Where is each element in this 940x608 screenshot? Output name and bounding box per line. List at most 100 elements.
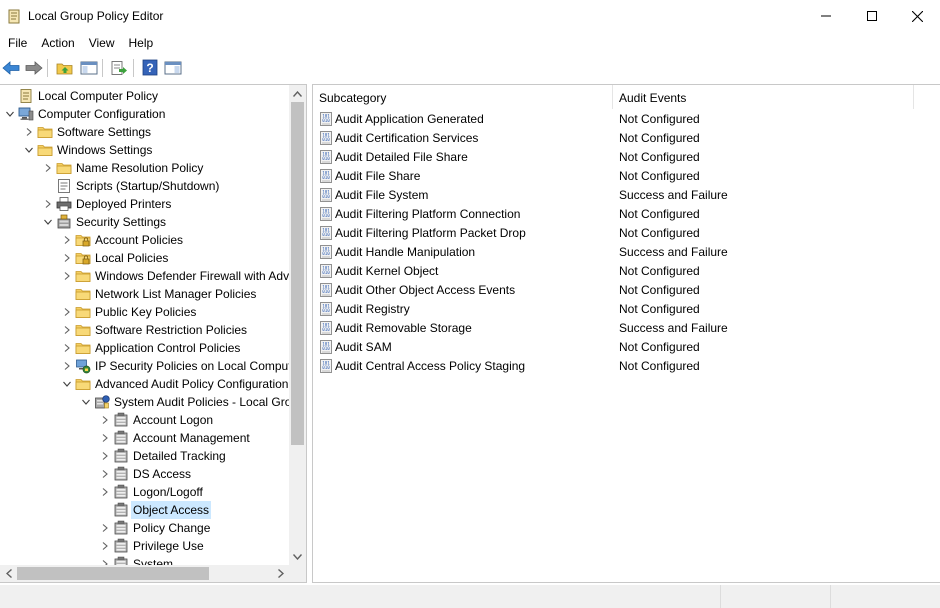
menu-action[interactable]: Action: [34, 32, 81, 54]
chevron-right-icon[interactable]: [99, 519, 111, 537]
tree-vertical-scrollbar[interactable]: [289, 85, 306, 565]
list-item[interactable]: 101 010 Audit Detailed File Share Not Confi…: [313, 148, 940, 167]
list-item[interactable]: 101 010 Audit Filtering Platform Packet Dr…: [313, 224, 940, 243]
chevron-right-icon[interactable]: [61, 267, 73, 285]
chevron-right-icon[interactable]: [42, 195, 54, 213]
tree-item[interactable]: Scripts (Startup/Shutdown): [0, 177, 289, 195]
console-tree: Local Computer Policy Computer Configurat…: [0, 85, 289, 565]
chevron-down-icon[interactable]: [4, 105, 16, 123]
chevron-right-icon[interactable]: [99, 465, 111, 483]
chevron-right-icon[interactable]: [61, 357, 73, 375]
list-item[interactable]: 101 010 Audit File System Success and Failu…: [313, 186, 940, 205]
chevron-right-icon[interactable]: [99, 411, 111, 429]
chevron-right-icon[interactable]: [61, 231, 73, 249]
chevron-right-icon[interactable]: [61, 339, 73, 357]
list-item[interactable]: 101 010 Audit Handle Manipulation Success a…: [313, 243, 940, 262]
close-icon: [911, 10, 923, 22]
tree-item[interactable]: Software Restriction Policies: [0, 321, 289, 339]
tree-item[interactable]: Detailed Tracking: [0, 447, 289, 465]
tree-item[interactable]: Public Key Policies: [0, 303, 289, 321]
tree-item[interactable]: Advanced Audit Policy Configuration: [0, 375, 289, 393]
tree-item[interactable]: Windows Settings: [0, 141, 289, 159]
tree-item-label: System: [133, 557, 174, 565]
close-button[interactable]: [894, 0, 940, 32]
up-one-level-button[interactable]: [54, 57, 75, 78]
menu-help[interactable]: Help: [122, 32, 161, 54]
maximize-icon: [867, 11, 877, 21]
column-header-audit-events[interactable]: Audit Events: [613, 85, 914, 109]
tree-item[interactable]: IP Security Policies on Local Computer: [0, 357, 289, 375]
tree-item[interactable]: Privilege Use: [0, 537, 289, 555]
chevron-right-icon[interactable]: [42, 159, 54, 177]
tree-item[interactable]: Local Policies: [0, 249, 289, 267]
export-list-button[interactable]: [108, 57, 129, 78]
chevron-right-icon[interactable]: [99, 537, 111, 555]
tree-item[interactable]: Account Management: [0, 429, 289, 447]
scroll-left-button[interactable]: [0, 565, 17, 582]
chevron-down-icon[interactable]: [23, 141, 35, 159]
list-item[interactable]: 101 010 Audit Application Generated Not Con…: [313, 110, 940, 129]
list-item[interactable]: 101 010 Audit Registry Not Configured: [313, 300, 940, 319]
tree-item[interactable]: Account Policies: [0, 231, 289, 249]
tree-item[interactable]: System Audit Policies - Local Group Poli…: [0, 393, 289, 411]
tree-item[interactable]: Application Control Policies: [0, 339, 289, 357]
list-item[interactable]: 101 010 Audit Kernel Object Not Configured: [313, 262, 940, 281]
list-item[interactable]: 101 010 Audit Certification Services Not Co…: [313, 129, 940, 148]
chevron-right-icon[interactable]: [99, 447, 111, 465]
scroll-right-button[interactable]: [272, 565, 289, 582]
tree-item[interactable]: Account Logon: [0, 411, 289, 429]
tree-horizontal-scrollbar[interactable]: [0, 565, 289, 582]
audit-category-icon: [113, 466, 129, 482]
folder-icon: [37, 142, 53, 158]
list-item[interactable]: 101 010 Audit File Share Not Configured: [313, 167, 940, 186]
binary-policy-icon: 101 010: [320, 283, 332, 297]
tree-item[interactable]: System: [0, 555, 289, 565]
tree-item[interactable]: Software Settings: [0, 123, 289, 141]
menu-view[interactable]: View: [82, 32, 122, 54]
chevron-right-icon[interactable]: [99, 555, 111, 565]
minimize-button[interactable]: [803, 0, 849, 32]
chevron-right-icon[interactable]: [23, 123, 35, 141]
audit-events-value: Not Configured: [619, 359, 700, 373]
scroll-right-arrow-icon: [277, 569, 284, 578]
back-button[interactable]: [0, 57, 21, 78]
forward-button[interactable]: [23, 57, 44, 78]
list-item[interactable]: 101 010 Audit Other Object Access Events No…: [313, 281, 940, 300]
list-item[interactable]: 101 010 Audit Central Access Policy Stagin…: [313, 357, 940, 376]
tree-item[interactable]: Windows Defender Firewall with Advanced …: [0, 267, 289, 285]
column-header-subcategory[interactable]: Subcategory: [313, 85, 613, 109]
tree-item[interactable]: Name Resolution Policy: [0, 159, 289, 177]
chevron-down-icon[interactable]: [61, 375, 73, 393]
show-action-pane-button[interactable]: [162, 57, 183, 78]
tree-item[interactable]: Local Computer Policy: [0, 87, 289, 105]
list-item[interactable]: 101 010 Audit Filtering Platform Connectio…: [313, 205, 940, 224]
tree-item[interactable]: Network List Manager Policies: [0, 285, 289, 303]
scroll-down-button[interactable]: [289, 548, 306, 565]
list-item[interactable]: 101 010 Audit SAM Not Configured: [313, 338, 940, 357]
tree-item[interactable]: Object Access: [0, 501, 289, 519]
list-item[interactable]: 101 010 Audit Removable Storage Success and…: [313, 319, 940, 338]
tree-item[interactable]: Security Settings: [0, 213, 289, 231]
show-hide-console-tree-button[interactable]: [78, 57, 99, 78]
tree-item[interactable]: Computer Configuration: [0, 105, 289, 123]
chevron-right-icon[interactable]: [61, 249, 73, 267]
menu-file[interactable]: File: [1, 32, 34, 54]
chevron-right-icon[interactable]: [61, 321, 73, 339]
tree-item[interactable]: Deployed Printers: [0, 195, 289, 213]
maximize-button[interactable]: [849, 0, 895, 32]
chevron-down-icon[interactable]: [80, 393, 92, 411]
help-button[interactable]: ?: [139, 57, 160, 78]
tree-horizontal-scroll-thumb[interactable]: [17, 567, 209, 580]
chevron-right-icon[interactable]: [99, 429, 111, 447]
tree-item-label: Software Restriction Policies: [95, 323, 248, 337]
chevron-right-icon[interactable]: [99, 483, 111, 501]
tree-vertical-scroll-thumb[interactable]: [291, 102, 304, 445]
chevron-down-icon[interactable]: [42, 213, 54, 231]
tree-item[interactable]: Logon/Logoff: [0, 483, 289, 501]
tree-item[interactable]: DS Access: [0, 465, 289, 483]
chevron-right-icon[interactable]: [61, 303, 73, 321]
tree-item[interactable]: Policy Change: [0, 519, 289, 537]
scroll-up-button[interactable]: [289, 85, 306, 102]
title-bar: Local Group Policy Editor: [0, 0, 940, 32]
subcategory-name: Audit Application Generated: [335, 112, 484, 126]
